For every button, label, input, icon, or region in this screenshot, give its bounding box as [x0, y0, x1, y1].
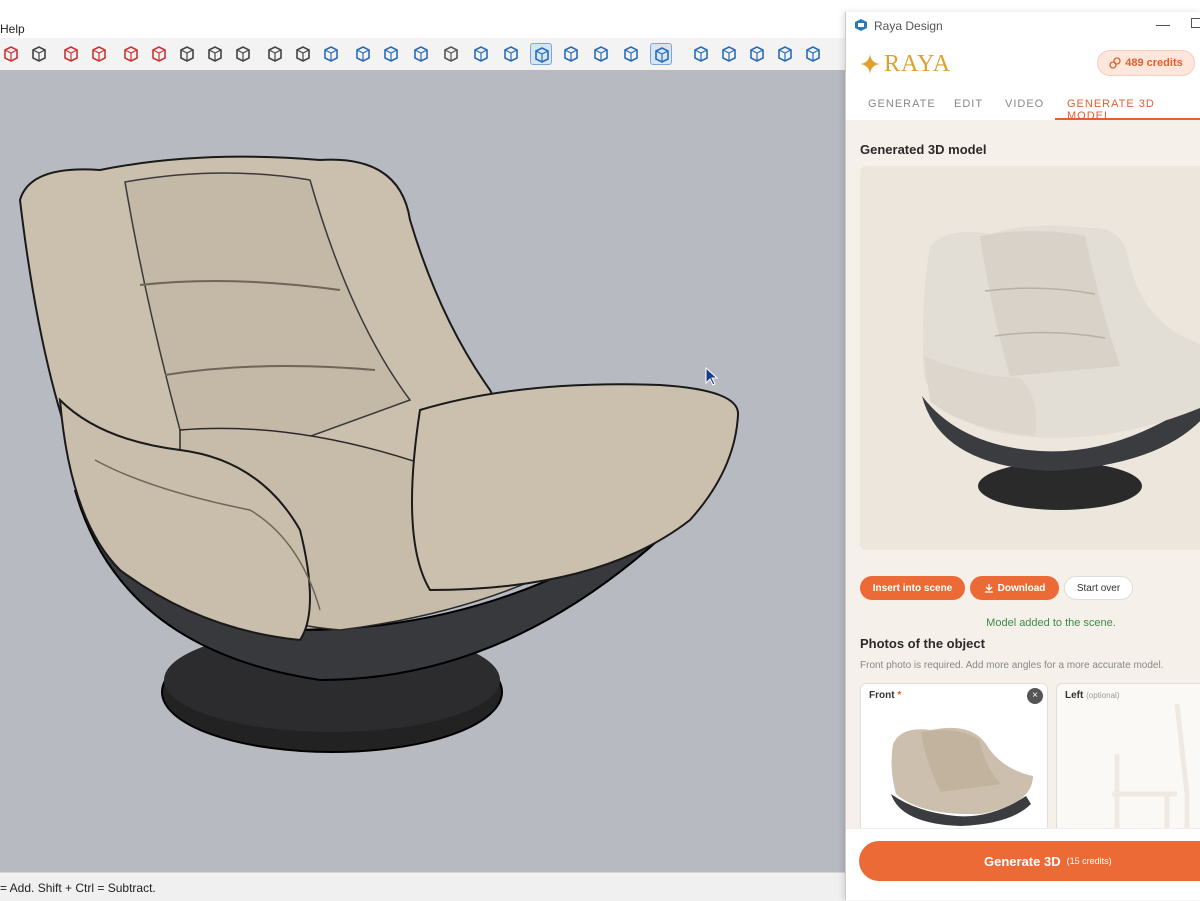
tab-generate[interactable]: GENERATE — [868, 98, 936, 110]
photos-hint: Front photo is required. Add more angles… — [860, 660, 1164, 671]
eraser-icon[interactable] — [28, 43, 50, 65]
front-view-icon[interactable] — [718, 43, 740, 65]
iso-view-icon[interactable] — [470, 43, 492, 65]
raya-app-icon — [855, 19, 867, 31]
mouse-cursor-icon — [705, 367, 719, 386]
component-icon[interactable] — [320, 43, 342, 65]
download-label: Download — [997, 582, 1046, 594]
xray-icon[interactable] — [530, 43, 552, 65]
success-message: Model added to the scene. — [986, 617, 1116, 629]
push-pull-icon[interactable] — [176, 43, 198, 65]
wireframe-icon[interactable] — [560, 43, 582, 65]
link-icon — [1109, 57, 1121, 69]
window-title: Raya Design — [874, 19, 943, 33]
user-icon[interactable] — [440, 43, 462, 65]
shaded-icon[interactable] — [620, 43, 642, 65]
orbit-icon[interactable] — [204, 43, 226, 65]
front-photo-thumbnail — [891, 727, 1033, 826]
sparkle-icon — [860, 54, 880, 74]
model-viewport[interactable] — [0, 70, 846, 872]
tab-video[interactable]: VIDEO — [1005, 98, 1044, 110]
credits-text: 489 credits — [1125, 57, 1183, 69]
generate-label: Generate 3D — [984, 853, 1061, 869]
start-over-button[interactable]: Start over — [1064, 576, 1133, 600]
scale-icon[interactable] — [148, 43, 170, 65]
credits-badge[interactable]: 489 credits — [1097, 50, 1195, 76]
photos-title: Photos of the object — [860, 636, 985, 651]
panel-content: Generated 3D model Insert into scene Dow… — [846, 120, 1200, 828]
status-bar: = Add. Shift + Ctrl = Subtract. — [0, 872, 846, 901]
download-button[interactable]: Download — [970, 576, 1059, 600]
outliner-icon[interactable] — [410, 43, 432, 65]
pan-icon[interactable] — [232, 43, 254, 65]
download-icon — [984, 584, 993, 593]
photo-slot-front[interactable]: Front * × — [860, 683, 1048, 828]
panel-tabs: GENERATE EDIT VIDEO GENERATE 3D MODEL — [846, 88, 1200, 122]
rotate-icon[interactable] — [120, 43, 142, 65]
monochrome-icon[interactable] — [690, 43, 712, 65]
panel-footer: Generate 3D (15 credits) — [846, 828, 1200, 900]
photo-slot-left[interactable]: Left (optional) — [1056, 683, 1200, 828]
panel-titlebar: Raya Design — — [846, 12, 1200, 40]
generated-model-title: Generated 3D model — [860, 142, 987, 157]
tab-edit[interactable]: EDIT — [954, 98, 983, 110]
maximize-button[interactable] — [1191, 18, 1200, 28]
minimize-button[interactable]: — — [1156, 16, 1170, 32]
generate-3d-button[interactable]: Generate 3D (15 credits) — [859, 841, 1200, 881]
raya-logo: RAYA — [860, 50, 951, 78]
armchair-model — [18, 155, 740, 753]
status-text: = Add. Shift + Ctrl = Subtract. — [0, 881, 156, 895]
select-icon[interactable] — [0, 43, 22, 65]
hidden-line-icon[interactable] — [590, 43, 612, 65]
paint-icon[interactable] — [60, 43, 82, 65]
left-view-icon[interactable] — [802, 43, 824, 65]
generate-cost: (15 credits) — [1066, 856, 1112, 866]
top-view-icon[interactable] — [500, 43, 522, 65]
menu-help[interactable]: Help — [0, 22, 25, 36]
zoom-extents-icon[interactable] — [292, 43, 314, 65]
textured-icon[interactable] — [650, 43, 672, 65]
right-view-icon[interactable] — [746, 43, 768, 65]
panel-header: RAYA 489 credits — [846, 40, 1200, 88]
chair-preview-image — [922, 225, 1200, 510]
layers-icon[interactable] — [352, 43, 374, 65]
back-view-icon[interactable] — [774, 43, 796, 65]
logo-text: RAYA — [884, 50, 952, 77]
styles-icon[interactable] — [380, 43, 402, 65]
move-icon[interactable] — [88, 43, 110, 65]
toolbar — [0, 38, 846, 71]
model-preview[interactable] — [860, 166, 1200, 550]
menubar: Help — [0, 20, 846, 38]
zoom-icon[interactable] — [264, 43, 286, 65]
raya-design-panel: Raya Design — RAYA 489 credits GENERATE … — [845, 12, 1200, 900]
insert-into-scene-button[interactable]: Insert into scene — [860, 576, 965, 600]
chair-placeholder-icon — [1112, 703, 1190, 828]
